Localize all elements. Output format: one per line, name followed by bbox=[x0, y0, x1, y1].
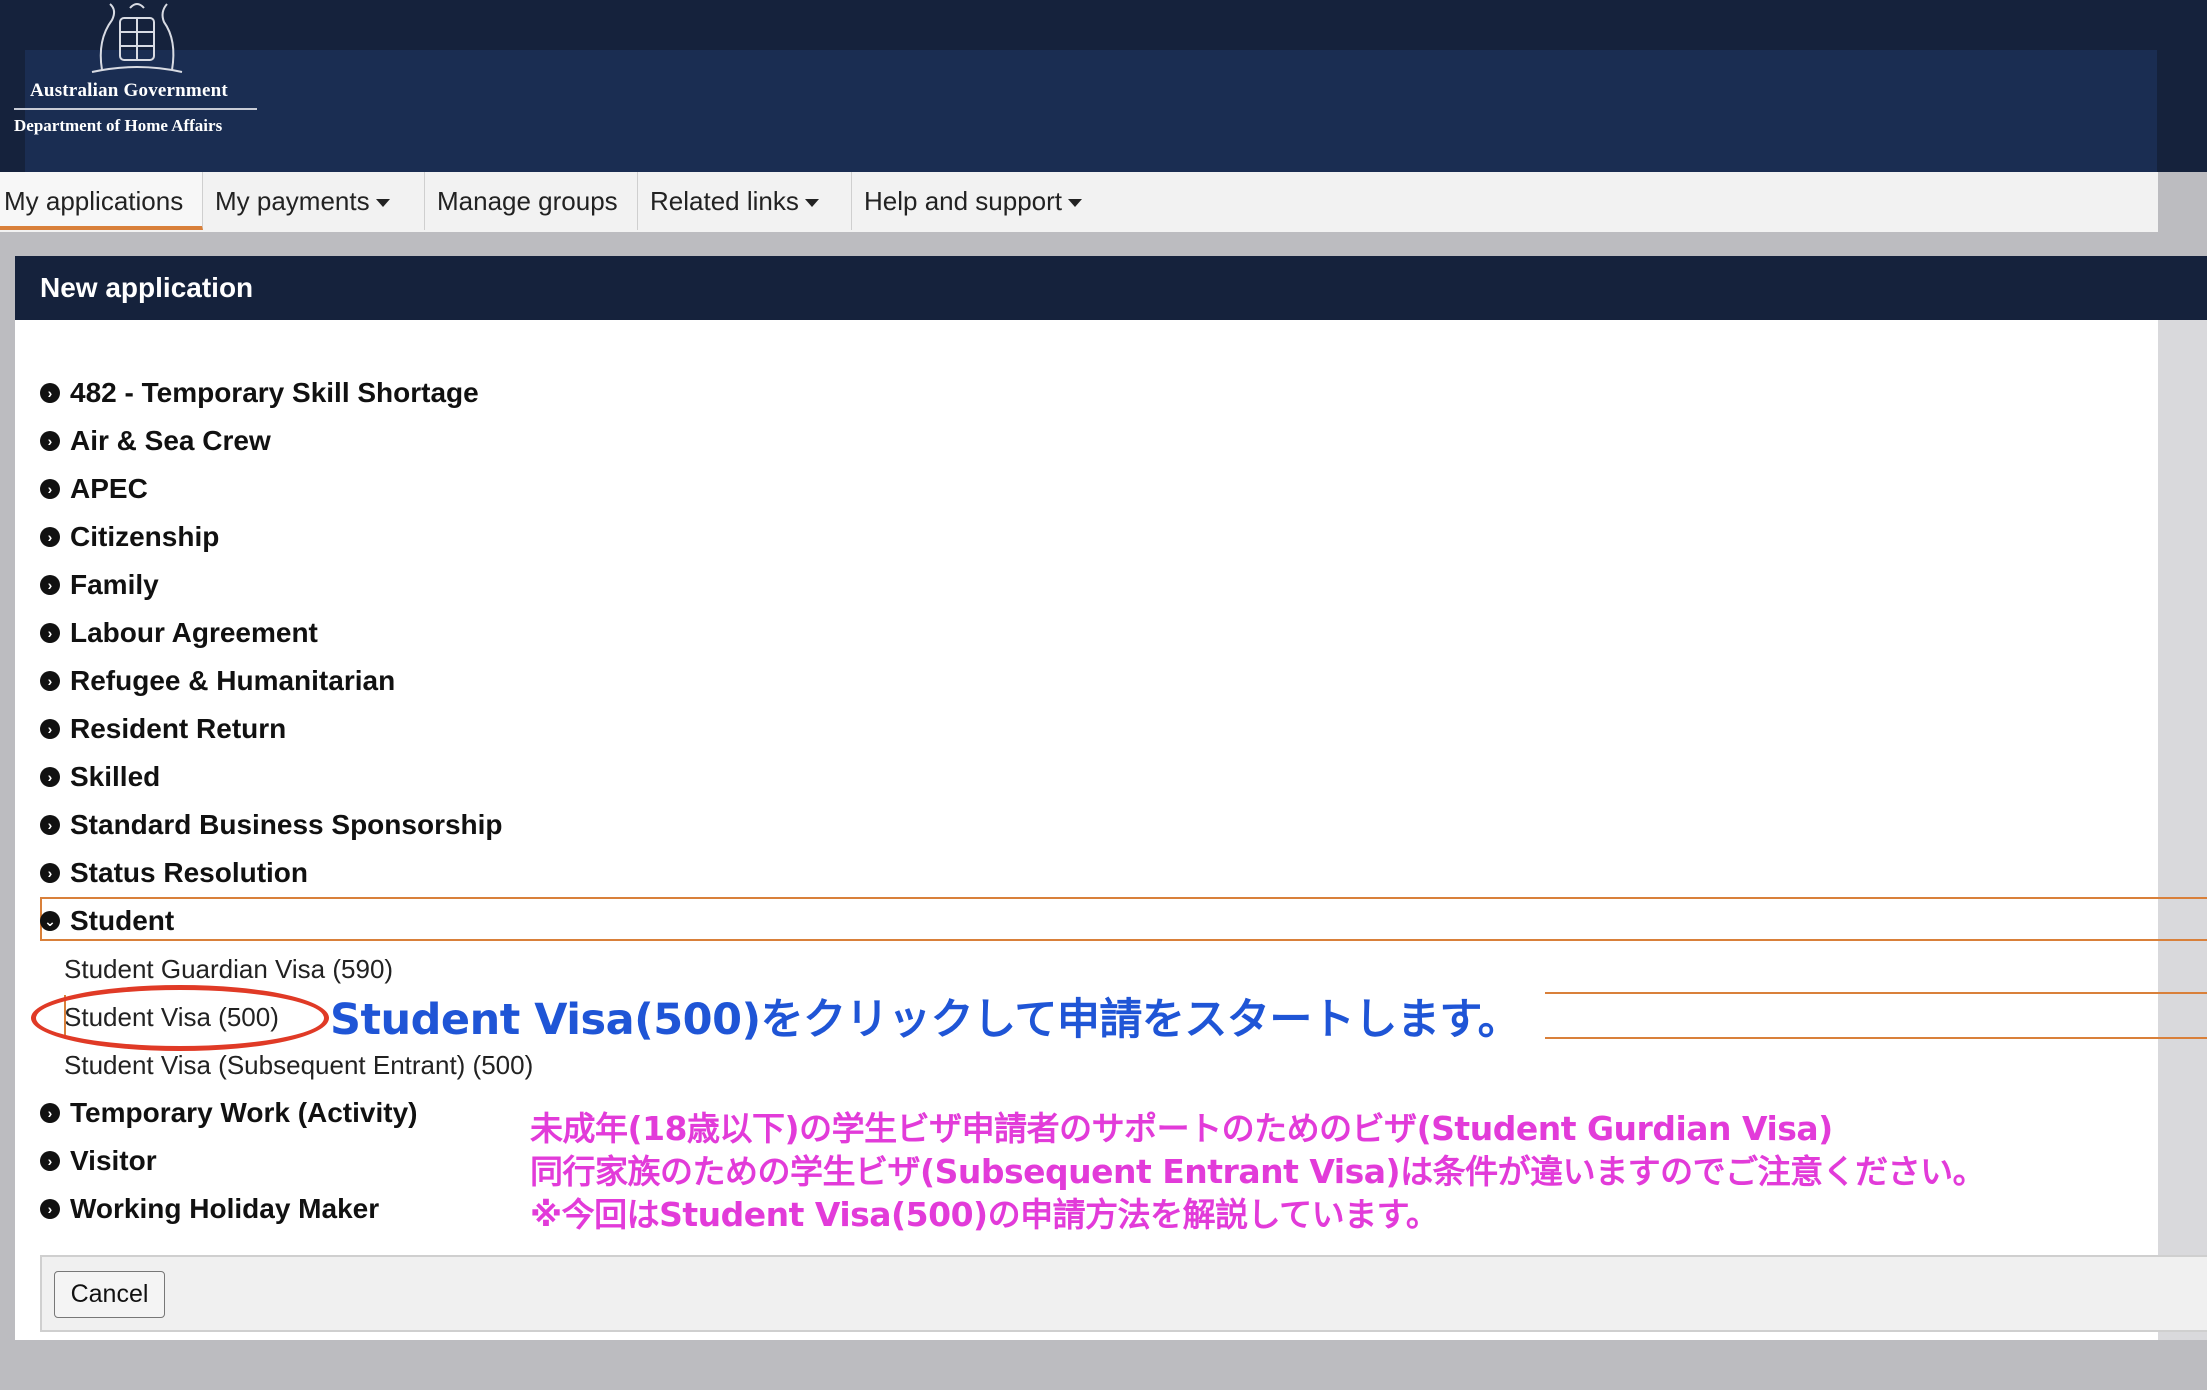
category-label: Labour Agreement bbox=[70, 617, 318, 648]
nav-my-payments[interactable]: My payments bbox=[203, 172, 425, 230]
category-label: Air & Sea Crew bbox=[70, 425, 271, 456]
chevron-circle-right-icon: › bbox=[40, 671, 60, 691]
nav-manage-groups[interactable]: Manage groups bbox=[425, 172, 638, 230]
chevron-circle-right-icon: › bbox=[40, 863, 60, 883]
category-working-holiday-maker[interactable]: › Working Holiday Maker bbox=[40, 1189, 379, 1229]
nav-label: Related links bbox=[650, 186, 799, 216]
department-name: Department of Home Affairs bbox=[14, 116, 222, 136]
category-label: Refugee & Humanitarian bbox=[70, 665, 395, 696]
chevron-circle-right-icon: › bbox=[40, 1199, 60, 1219]
caret-down-icon bbox=[805, 199, 819, 207]
category-label: Standard Business Sponsorship bbox=[70, 809, 503, 840]
chevron-circle-right-icon: › bbox=[40, 479, 60, 499]
category-label: Skilled bbox=[70, 761, 160, 792]
category-labour-agreement[interactable]: › Labour Agreement bbox=[40, 613, 318, 653]
government-header: Australian Government Department of Home… bbox=[0, 0, 2207, 172]
category-student[interactable]: ⌄ Student bbox=[40, 901, 174, 941]
category-label: Visitor bbox=[70, 1145, 157, 1176]
student-highlight-box bbox=[40, 897, 2207, 941]
category-label: Resident Return bbox=[70, 713, 286, 744]
panel-edge bbox=[2158, 256, 2207, 1340]
category-status-resolution[interactable]: › Status Resolution bbox=[40, 853, 308, 893]
nav-label: My payments bbox=[215, 186, 370, 216]
annotation-instruction: Student Visa(500)をクリックして申請をスタートします。 bbox=[330, 985, 1520, 1047]
nav-label: Manage groups bbox=[437, 186, 618, 216]
header-banner bbox=[25, 50, 2157, 172]
subitem-label: Student Guardian Visa (590) bbox=[64, 954, 393, 984]
annotation-note-2: 同行家族のための学生ビザ(Subsequent Entrant Visa)は条件… bbox=[530, 1145, 1985, 1193]
category-label: APEC bbox=[70, 473, 148, 504]
category-standard-business-sponsorship[interactable]: › Standard Business Sponsorship bbox=[40, 805, 503, 845]
annotation-line-bottom bbox=[1545, 1037, 2207, 1039]
nav-my-applications[interactable]: My applications bbox=[0, 172, 203, 230]
nav-help-and-support[interactable]: Help and support bbox=[852, 172, 1102, 230]
nav-label: Help and support bbox=[864, 186, 1062, 216]
annotation-line-top bbox=[1545, 992, 2207, 994]
student-visa-subsequent-entrant-link[interactable]: Student Visa (Subsequent Entrant) (500) bbox=[64, 1045, 533, 1085]
category-family[interactable]: › Family bbox=[40, 565, 159, 605]
annotation-note-3: ※今回はStudent Visa(500)の申請方法を解説しています。 bbox=[530, 1188, 1438, 1236]
subitem-label: Student Visa (Subsequent Entrant) (500) bbox=[64, 1050, 533, 1080]
category-skilled[interactable]: › Skilled bbox=[40, 757, 160, 797]
chevron-circle-right-icon: › bbox=[40, 1103, 60, 1123]
header-divider bbox=[14, 108, 257, 110]
category-label: Status Resolution bbox=[70, 857, 308, 888]
category-label: Citizenship bbox=[70, 521, 219, 552]
category-visitor[interactable]: › Visitor bbox=[40, 1141, 157, 1181]
category-label: 482 - Temporary Skill Shortage bbox=[70, 377, 479, 408]
main-nav: My applications My payments Manage group… bbox=[0, 172, 2207, 232]
chevron-circle-right-icon: › bbox=[40, 719, 60, 739]
category-482-temporary-skill-shortage[interactable]: › 482 - Temporary Skill Shortage bbox=[40, 373, 479, 413]
category-refugee-humanitarian[interactable]: › Refugee & Humanitarian bbox=[40, 661, 395, 701]
chevron-circle-right-icon: › bbox=[40, 527, 60, 547]
category-label: Working Holiday Maker bbox=[70, 1193, 379, 1224]
category-air-sea-crew[interactable]: › Air & Sea Crew bbox=[40, 421, 271, 461]
nav-related-links[interactable]: Related links bbox=[638, 172, 852, 230]
annotation-note-1: 未成年(18歳以下)の学生ビザ申請者のサポートのためのビザ(Student Gu… bbox=[530, 1102, 1833, 1150]
category-label: Family bbox=[70, 569, 159, 600]
category-resident-return[interactable]: › Resident Return bbox=[40, 709, 286, 749]
nav-label: My applications bbox=[4, 186, 183, 216]
button-bar bbox=[40, 1255, 2207, 1332]
caret-down-icon bbox=[1068, 199, 1082, 207]
chevron-circle-right-icon: › bbox=[40, 815, 60, 835]
category-citizenship[interactable]: › Citizenship bbox=[40, 517, 219, 557]
chevron-circle-down-icon: ⌄ bbox=[40, 911, 60, 931]
red-highlight-circle bbox=[31, 985, 329, 1051]
chevron-circle-right-icon: › bbox=[40, 575, 60, 595]
chevron-circle-right-icon: › bbox=[40, 623, 60, 643]
cancel-button[interactable]: Cancel bbox=[54, 1271, 165, 1318]
government-title: Australian Government bbox=[30, 80, 228, 102]
category-label: Student bbox=[70, 905, 174, 936]
category-label: Temporary Work (Activity) bbox=[70, 1097, 417, 1128]
category-temporary-work-activity[interactable]: › Temporary Work (Activity) bbox=[40, 1093, 417, 1133]
chevron-circle-right-icon: › bbox=[40, 431, 60, 451]
chevron-circle-right-icon: › bbox=[40, 1151, 60, 1171]
student-guardian-visa-590-link[interactable]: Student Guardian Visa (590) bbox=[64, 949, 393, 989]
coat-of-arms-icon bbox=[72, 0, 202, 78]
chevron-circle-right-icon: › bbox=[40, 383, 60, 403]
category-apec[interactable]: › APEC bbox=[40, 469, 148, 509]
chevron-circle-right-icon: › bbox=[40, 767, 60, 787]
caret-down-icon bbox=[376, 199, 390, 207]
panel-title: New application bbox=[15, 256, 2207, 320]
